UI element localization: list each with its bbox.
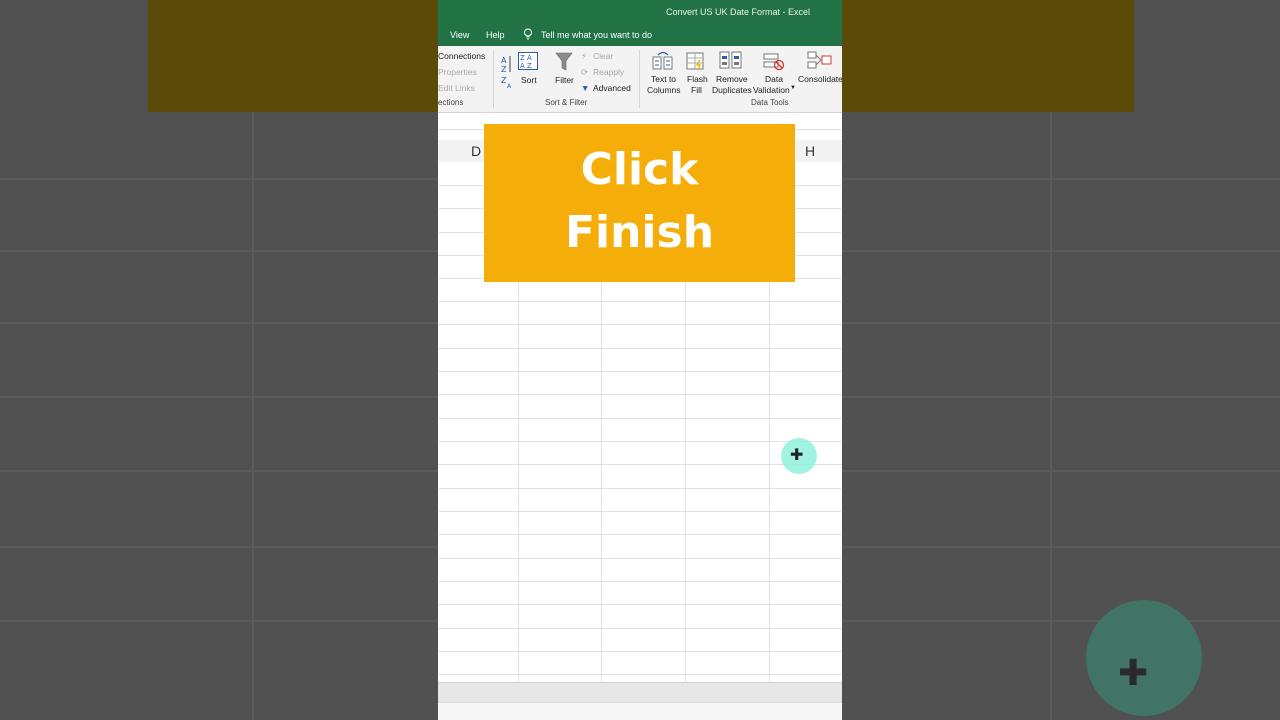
- svg-text:A: A: [501, 56, 507, 65]
- reapply-button[interactable]: Reapply: [593, 67, 624, 77]
- data-tools-group-label: Data Tools: [751, 98, 789, 107]
- funnel-icon[interactable]: [555, 52, 573, 72]
- row-gridline: [438, 674, 842, 675]
- cursor-crosshair-icon: ✚: [790, 447, 804, 464]
- advanced-filter-button[interactable]: Advanced: [593, 83, 631, 93]
- remove-duplicates-label-1[interactable]: Remove: [716, 74, 748, 84]
- row-gridline: [438, 558, 842, 559]
- background-gridline: [252, 112, 254, 720]
- ribbon-separator: [639, 50, 640, 108]
- column-header-d[interactable]: D: [471, 143, 481, 159]
- row-gridline: [438, 488, 842, 489]
- row-gridline: [438, 418, 842, 419]
- column-header-h[interactable]: H: [805, 143, 815, 159]
- row-gridline: [438, 441, 842, 442]
- data-validation-icon[interactable]: [763, 51, 785, 71]
- flash-fill-icon[interactable]: [686, 51, 706, 71]
- clear-filter-button[interactable]: Clear: [593, 51, 613, 61]
- text-to-columns-label-1[interactable]: Text to: [651, 74, 676, 84]
- row-gridline: [438, 464, 842, 465]
- row-gridline: [438, 604, 842, 605]
- flash-fill-label-2[interactable]: Fill: [691, 85, 702, 95]
- row-gridline: [438, 534, 842, 535]
- text-to-columns-label-2[interactable]: Columns: [647, 85, 681, 95]
- ribbon-separator: [493, 50, 494, 108]
- row-gridline: [438, 301, 842, 302]
- text-to-columns-icon[interactable]: [652, 51, 674, 71]
- row-gridline: [438, 394, 842, 395]
- connections-group-label: ections: [438, 98, 464, 107]
- sort-dialog-icon[interactable]: Z A A Z: [518, 52, 538, 70]
- row-gridline: [438, 348, 842, 349]
- svg-text:Z A: Z A: [520, 54, 532, 62]
- clear-filter-icon: ⚡: [581, 51, 587, 61]
- consolidate-icon[interactable]: [807, 51, 833, 71]
- column-gridline: [518, 282, 519, 682]
- ribbon: Connections Properties Edit Links ection…: [438, 46, 842, 113]
- advanced-filter-icon: ▼: [581, 83, 590, 93]
- menu-help[interactable]: Help: [486, 30, 505, 40]
- excel-window: Convert US UK Date Format - Excel View H…: [438, 0, 842, 720]
- menu-view[interactable]: View: [450, 30, 469, 40]
- chevron-down-icon[interactable]: ▼: [790, 85, 796, 91]
- callout-line-2: Finish: [564, 207, 715, 258]
- status-bar: [438, 702, 842, 720]
- background-gridline: [1050, 112, 1052, 720]
- data-validation-label-1[interactable]: Data: [765, 74, 783, 84]
- svg-text:A Z: A Z: [520, 62, 532, 70]
- instruction-callout: Click Finish: [484, 124, 795, 282]
- tell-me-search[interactable]: Tell me what you want to do: [541, 30, 652, 40]
- svg-text:Z: Z: [501, 65, 507, 74]
- row-gridline: [438, 511, 842, 512]
- remove-duplicates-icon[interactable]: [719, 51, 743, 71]
- flash-fill-label-1[interactable]: Flash: [687, 74, 708, 84]
- properties-button[interactable]: Properties: [438, 67, 477, 77]
- column-gridline: [601, 282, 602, 682]
- window-title: Convert US UK Date Format - Excel: [666, 7, 811, 17]
- horizontal-scrollbar[interactable]: [438, 682, 842, 703]
- menu-bar: View Help Tell me what you want to do: [438, 24, 842, 46]
- row-gridline: [438, 628, 842, 629]
- remove-duplicates-label-2[interactable]: Duplicates: [712, 85, 752, 95]
- row-gridline: [438, 651, 842, 652]
- column-gridline: [769, 282, 770, 682]
- sort-button[interactable]: Sort: [521, 75, 537, 85]
- sort-az-icon[interactable]: A Z Z A: [501, 53, 513, 89]
- lightbulb-icon: [524, 28, 532, 40]
- title-bar: Convert US UK Date Format - Excel: [438, 0, 842, 24]
- row-gridline: [438, 324, 842, 325]
- filter-button[interactable]: Filter: [555, 75, 574, 85]
- data-validation-label-2[interactable]: Validation: [753, 85, 790, 95]
- reapply-icon: ⟳: [581, 67, 589, 77]
- row-gridline: [438, 371, 842, 372]
- sort-filter-group-label: Sort & Filter: [545, 98, 588, 107]
- consolidate-button[interactable]: Consolidate: [798, 74, 842, 84]
- column-gridline: [685, 282, 686, 682]
- svg-text:A: A: [507, 83, 512, 89]
- connections-button[interactable]: Connections: [438, 51, 485, 61]
- callout-line-1: Click: [580, 144, 699, 195]
- background-cursor-icon: ✚: [1118, 652, 1149, 693]
- edit-links-button[interactable]: Edit Links: [438, 83, 475, 93]
- row-gridline: [438, 581, 842, 582]
